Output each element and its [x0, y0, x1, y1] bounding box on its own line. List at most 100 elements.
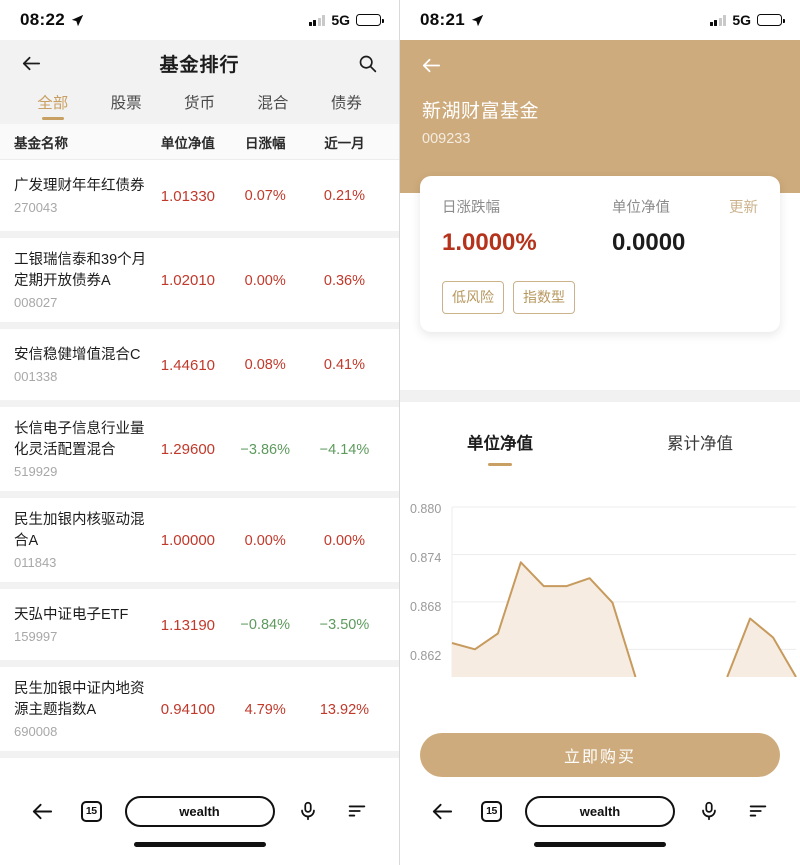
card-label-row: 日涨跌幅 单位净值 更新 — [442, 196, 758, 217]
battery-icon — [356, 14, 384, 26]
tab-stock[interactable]: 股票 — [89, 88, 162, 113]
fund-nav: 0.94100 — [160, 701, 216, 718]
network-type: 5G — [331, 12, 350, 28]
battery-icon — [757, 14, 785, 26]
back-arrow-icon[interactable] — [416, 50, 446, 80]
status-time: 08:22 — [20, 10, 65, 29]
fund-nav: 1.02010 — [160, 272, 216, 289]
fund-name: 长信电子信息行业量化灵活配置混合 — [14, 421, 145, 458]
fund-nav: 1.01330 — [160, 187, 216, 205]
fund-month-change: −3.50% — [319, 617, 370, 633]
fund-name: 工银瑞信泰和39个月定期开放债券A — [14, 252, 147, 289]
detail-header: 新湖财富基金 009233 — [400, 40, 800, 193]
fund-code: 001338 — [14, 369, 58, 384]
fund-name-cell: 安信稳健增值混合C 001338 — [14, 345, 149, 385]
table-row[interactable]: 天弘中证电子ETF 159997 1.13190 −0.84% −3.50% — [0, 589, 399, 667]
browser-bottom-bar-right: 15 wealth — [400, 783, 800, 865]
fund-detail-screen: 08:21 5G 新湖财富基金 009233 日涨跌幅 单位净值 更新 1.00… — [400, 0, 800, 865]
back-arrow-icon[interactable] — [16, 48, 46, 78]
fund-title: 新湖财富基金 — [422, 101, 540, 122]
daily-change-label: 日涨跌幅 — [442, 200, 500, 216]
fund-tags: 低风险 指数型 — [442, 281, 758, 314]
chart-svg — [451, 506, 797, 677]
table-row[interactable]: 广发理财年年红债券 270043 1.01330 0.07% 0.21% — [0, 160, 399, 238]
fund-name: 广发理财年年红债券 — [14, 178, 145, 194]
status-left-group: 08:22 — [20, 10, 84, 30]
menu-icon[interactable] — [742, 795, 774, 827]
ranking-header-row: 基金排行 — [16, 40, 383, 86]
daily-change-value: 1.0000% — [442, 229, 537, 256]
status-badge-type: 指数型 — [513, 281, 575, 314]
fund-name-cell: 广发理财年年红债券 270043 — [14, 176, 149, 216]
browser-controls: 15 wealth — [400, 783, 800, 827]
ranking-header: 基金排行 全部 股票 货币 混合 债券 — [0, 40, 399, 124]
fund-month-change: 0.21% — [323, 188, 365, 204]
fund-code: 008027 — [14, 295, 58, 310]
table-column-header: 基金名称 单位净值 日涨幅 近一月 — [0, 124, 399, 160]
fund-daily-change: 0.00% — [244, 532, 286, 549]
tab-all[interactable]: 全部 — [16, 88, 89, 113]
fund-month-change: 0.41% — [323, 357, 365, 373]
tab-cumulative-nav[interactable]: 累计净值 — [600, 430, 800, 454]
table-row[interactable]: 民生加银内核驱动混合A 011843 1.00000 0.00% 0.00% — [0, 498, 399, 589]
table-row[interactable]: 工银瑞信泰和39个月定期开放债券A 008027 1.02010 0.00% 0… — [0, 238, 399, 329]
signal-bars-icon — [308, 14, 326, 26]
category-tabs: 全部 股票 货币 混合 债券 — [16, 86, 383, 124]
card-value-row: 1.0000% 0.0000 — [442, 229, 758, 257]
unit-nav-label: 单位净值 — [612, 200, 670, 216]
buy-now-button[interactable]: 立即购买 — [420, 733, 780, 777]
fund-daily-change: 4.79% — [244, 701, 286, 718]
tab-currency[interactable]: 货币 — [163, 88, 236, 113]
menu-icon[interactable] — [341, 795, 373, 827]
tab-count-icon[interactable]: 15 — [476, 795, 508, 827]
y-tick-label: 0.862 — [410, 649, 442, 663]
tab-mixed[interactable]: 混合 — [236, 88, 309, 113]
url-bar[interactable]: wealth — [525, 795, 675, 827]
search-icon[interactable] — [353, 48, 383, 78]
update-button[interactable]: 更新 — [729, 196, 758, 217]
fund-name-cell: 工银瑞信泰和39个月定期开放债券A 008027 — [14, 250, 149, 311]
status-time: 08:21 — [420, 10, 465, 29]
location-arrow-icon — [71, 14, 84, 27]
signal-bars-icon — [709, 14, 727, 26]
fund-name: 民生加银中证内地资源主题指数A — [14, 681, 145, 718]
fund-daily-change: 0.07% — [244, 188, 286, 204]
column-unit-nav: 单位净值 — [160, 135, 215, 151]
tab-bond[interactable]: 债券 — [310, 88, 383, 113]
fund-name: 安信稳健增值混合C — [14, 347, 141, 363]
table-row[interactable]: 安信稳健增值混合C 001338 1.44610 0.08% 0.41% — [0, 329, 399, 407]
dual-screenshot: 08:22 5G 基金排行 全部 股票 货币 混合 债券 基金名称 单位净值 日… — [0, 0, 800, 865]
tab-count-box: 15 — [80, 800, 102, 822]
microphone-icon[interactable] — [693, 795, 725, 827]
column-daily-change: 日涨幅 — [244, 135, 286, 151]
browser-controls: 15 wealth — [0, 783, 399, 827]
y-tick-label: 0.874 — [410, 551, 442, 565]
tab-count-label: 15 — [486, 805, 497, 817]
url-bar[interactable]: wealth — [124, 795, 275, 827]
fund-daily-change: −0.84% — [240, 617, 290, 633]
tab-count-icon[interactable]: 15 — [75, 795, 107, 827]
y-tick-label: 0.868 — [410, 600, 442, 614]
unit-nav-value: 0.0000 — [612, 229, 686, 256]
back-arrow-icon[interactable] — [26, 795, 58, 827]
fund-code: 159997 — [14, 629, 58, 644]
status-bar-right: 08:21 5G — [400, 0, 800, 40]
table-row[interactable]: 长信电子信息行业量化灵活配置混合 519929 1.29600 −3.86% −… — [0, 407, 399, 498]
chart-tabs: 单位净值 累计净值 — [400, 402, 800, 454]
back-arrow-icon[interactable] — [426, 795, 458, 827]
fund-month-change: 0.36% — [323, 272, 365, 289]
microphone-icon[interactable] — [292, 795, 324, 827]
y-tick-label: 0.880 — [410, 502, 442, 516]
fund-name-cell: 长信电子信息行业量化灵活配置混合 519929 — [14, 419, 149, 480]
fund-daily-change: 0.00% — [244, 272, 286, 289]
fund-ranking-screen: 08:22 5G 基金排行 全部 股票 货币 混合 债券 基金名称 单位净值 日… — [0, 0, 400, 865]
tab-unit-nav[interactable]: 单位净值 — [400, 430, 600, 454]
fund-month-change: 0.00% — [323, 532, 365, 549]
section-divider — [400, 390, 800, 402]
table-row[interactable]: 民生加银中证内地资源主题指数A 690008 0.94100 4.79% 13.… — [0, 667, 399, 758]
fund-list: 广发理财年年红债券 270043 1.01330 0.07% 0.21% 工银瑞… — [0, 160, 399, 758]
browser-bottom-bar-left: 15 wealth — [0, 783, 399, 865]
fund-nav: 1.00000 — [160, 532, 216, 549]
home-indicator — [534, 842, 666, 847]
home-indicator — [133, 842, 266, 847]
